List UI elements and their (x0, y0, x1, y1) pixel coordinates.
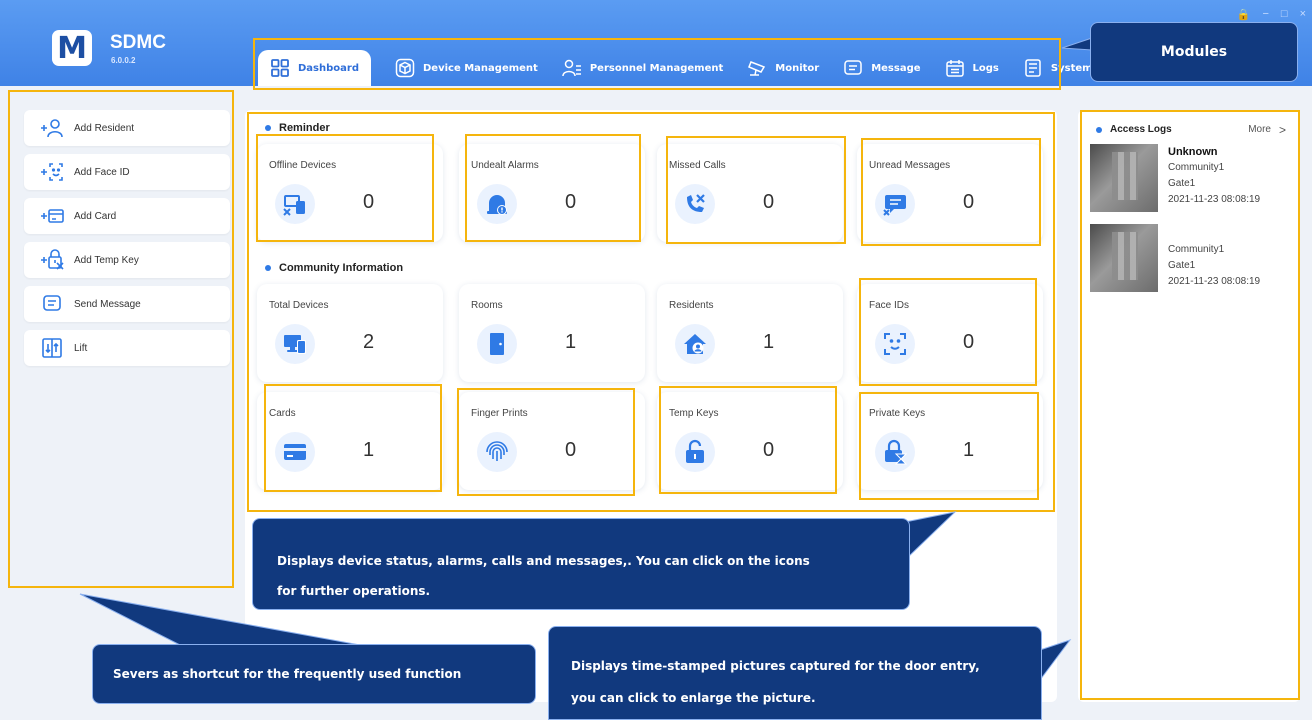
dashboard-callout-tail (904, 511, 957, 562)
dashboard-callout: Displays device status, alarms, calls an… (252, 518, 910, 610)
logs-callout-tail (1039, 639, 1072, 682)
modules-callout-tail (1061, 37, 1093, 51)
callout-text: Displays time-stamped pictures captured … (571, 659, 980, 673)
modules-callout: Modules (1090, 22, 1298, 82)
shortcut-callout: Severs as shortcut for the frequently us… (92, 644, 536, 704)
logs-callout: Displays time-stamped pictures captured … (548, 626, 1042, 720)
callout-text: you can click to enlarge the picture. (571, 691, 816, 705)
callout-tails (79, 37, 1093, 682)
callout-text: Severs as shortcut for the frequently us… (113, 667, 462, 681)
callout-text: Modules (1160, 44, 1228, 60)
